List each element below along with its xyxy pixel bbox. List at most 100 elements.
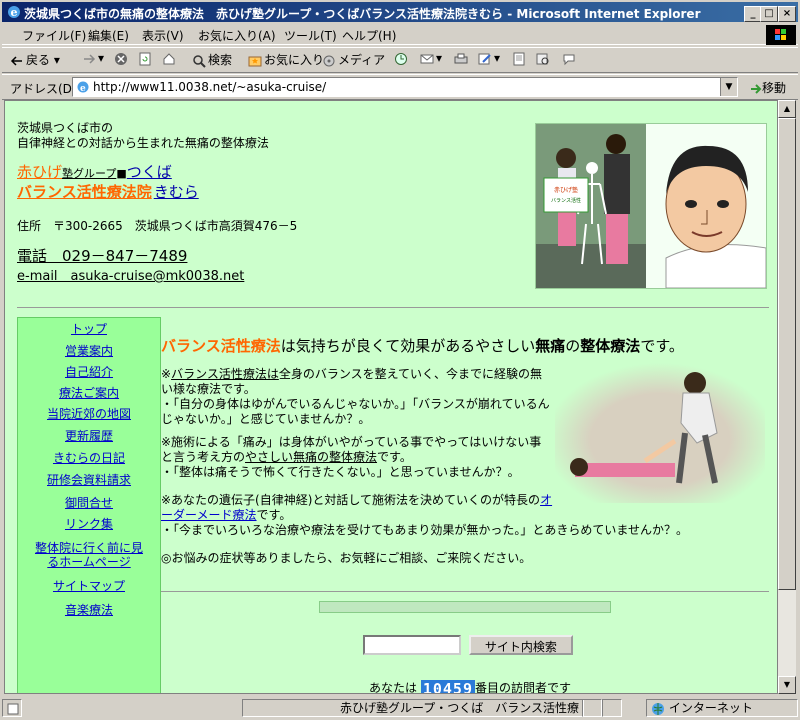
para2-question: ・「整体は痛そうで怖くて行きたくない。」と思っていませんか？。 bbox=[161, 465, 520, 479]
para-2: ※施術による「痛み」は身体がいやがっている事でやってはいけない事と言う考え方のや… bbox=[161, 435, 553, 480]
clinic-brand[interactable]: 赤ひげ塾グループ■つくば バランス活性療法院 きむら bbox=[17, 163, 199, 201]
page-icon: e bbox=[77, 81, 89, 94]
nav-business-hours[interactable]: 営業案内 bbox=[18, 344, 160, 358]
media-label: メディア bbox=[338, 53, 386, 67]
nav-seminar-request[interactable]: 研修会資料請求 bbox=[18, 473, 160, 487]
treatment-photo bbox=[555, 363, 765, 503]
menu-tools[interactable]: ツール(T) bbox=[284, 27, 337, 44]
clinic-email[interactable]: e-mail asuka-cruise@mk0038.net bbox=[17, 265, 244, 284]
brand-city: つくば bbox=[126, 163, 172, 181]
nav-sitemap[interactable]: サイトマップ bbox=[18, 579, 160, 593]
lead-mid: は気持ちが良くて効果があるやさしい bbox=[280, 337, 536, 355]
favorites-label: お気に入り bbox=[264, 53, 325, 67]
menu-favorites[interactable]: お気に入り(A) bbox=[198, 27, 276, 44]
para3-question: ・「今までいろいろな治療や療法を受けてもあまり効果が無かった。」とあきらめていま… bbox=[161, 523, 689, 537]
side-navigation: トップ 営業案内 自己紹介 療法ご案内 当院近郊の地図 更新履歴 きむらの日記 … bbox=[17, 317, 161, 693]
nav-before-visit[interactable]: 整体院に行く前に見るホームページ bbox=[18, 541, 160, 569]
nav-diary[interactable]: きむらの日記 bbox=[18, 451, 160, 465]
scroll-up-arrow[interactable]: ▲ bbox=[778, 100, 796, 118]
nav-map[interactable]: 当院近郊の地図 bbox=[18, 407, 160, 421]
history-icon bbox=[395, 52, 407, 65]
nav-update-history[interactable]: 更新履歴 bbox=[18, 429, 160, 443]
print-button[interactable] bbox=[454, 51, 470, 66]
media-button[interactable]: メディア bbox=[322, 51, 385, 68]
stop-button[interactable] bbox=[114, 51, 130, 66]
close-button[interactable]: × bbox=[778, 6, 796, 22]
mail-button[interactable]: ▾ bbox=[420, 51, 442, 66]
refresh-button[interactable] bbox=[138, 51, 154, 66]
menu-view[interactable]: 表示(V) bbox=[142, 27, 184, 44]
scroll-down-arrow[interactable]: ▼ bbox=[778, 676, 796, 694]
lead-painless: 無痛 bbox=[535, 337, 566, 355]
menu-file[interactable]: ファイル(F) bbox=[22, 27, 86, 44]
address-dropdown[interactable]: ▼ bbox=[720, 78, 737, 96]
para2-text-b: です。 bbox=[377, 450, 412, 464]
edit-button[interactable]: ▾ bbox=[478, 51, 500, 66]
title-bar: e 茨城県つくば市の無痛の整体療法 赤ひげ塾グループ・つくばバランス活性療法院き… bbox=[2, 2, 798, 22]
page-content: 茨城県つくば市の 自律神経との対話から生まれた無痛の整体療法 赤ひげ塾グループ■… bbox=[4, 100, 778, 694]
address-input[interactable]: e http://www11.0038.net/~asuka-cruise/ ▼ bbox=[72, 77, 738, 97]
home-button[interactable] bbox=[162, 51, 178, 66]
browser-window: e 茨城県つくば市の無痛の整体療法 赤ひげ塾グループ・つくばバランス活性療法院き… bbox=[0, 0, 800, 720]
svg-text:e: e bbox=[80, 84, 86, 94]
vertical-scrollbar[interactable]: ▲ ▼ bbox=[778, 100, 796, 694]
nav-contact[interactable]: 御問合せ bbox=[18, 496, 160, 510]
favorites-button[interactable]: お気に入り bbox=[248, 51, 324, 68]
globe-icon bbox=[652, 702, 664, 715]
lead-orange: バランス活性療法 bbox=[161, 337, 281, 355]
search-label: 検索 bbox=[208, 53, 233, 67]
nav-top[interactable]: トップ bbox=[18, 322, 160, 336]
go-arrow-icon bbox=[751, 83, 762, 94]
site-search-button[interactable]: サイト内検索 bbox=[468, 635, 573, 655]
para-1: ※バランス活性療法は全身のバランスを整えていく、今までに経験の無い様な療法です。… bbox=[161, 367, 550, 426]
messenger-button[interactable] bbox=[562, 51, 578, 66]
menu-help[interactable]: ヘルプ(H) bbox=[342, 27, 396, 44]
edit-icon bbox=[478, 53, 491, 64]
status-icon-cell bbox=[2, 699, 22, 717]
address-label: アドレス(D) bbox=[10, 82, 77, 96]
clinic-address: 住所 〒300-2665 茨城県つくば市高須賀476－5 bbox=[17, 219, 298, 233]
status-blank-2 bbox=[602, 699, 622, 717]
para1-link[interactable]: バランス活性療法は bbox=[171, 367, 279, 381]
ie-icon: e bbox=[8, 6, 20, 19]
site-search-input[interactable] bbox=[363, 635, 461, 655]
address-bar: アドレス(D) e http://www11.0038.net/~asuka-c… bbox=[2, 74, 798, 100]
para-4: ◎お悩みの症状等ありましたら、お気軽にご相談、ご来院ください。 bbox=[161, 551, 532, 565]
window-title: 茨城県つくば市の無痛の整体療法 赤ひげ塾グループ・つくばバランス活性療法院きむら… bbox=[24, 7, 701, 21]
windows-logo bbox=[766, 25, 796, 45]
page-status-icon bbox=[7, 703, 19, 714]
svg-text:バランス活性: バランス活性 bbox=[551, 197, 581, 204]
status-bar: 赤ひげ塾グループ・つくば バランス活性療 インターネット bbox=[2, 698, 798, 718]
discuss-button[interactable] bbox=[512, 51, 528, 66]
nav-music-therapy[interactable]: 音楽療法 bbox=[18, 603, 160, 617]
nav-therapy-guide[interactable]: 療法ご案内 bbox=[18, 386, 160, 400]
messenger-icon bbox=[563, 54, 575, 65]
go-button[interactable]: 移動 bbox=[750, 79, 786, 96]
visitor-suffix: 番目の訪問者です bbox=[475, 681, 572, 694]
nav-links[interactable]: リンク集 bbox=[18, 517, 160, 531]
address-url: http://www11.0038.net/~asuka-cruise/ bbox=[93, 80, 327, 94]
para2-link[interactable]: やさしい無痛の整体療法 bbox=[245, 450, 377, 464]
nav-about-me[interactable]: 自己紹介 bbox=[18, 365, 160, 379]
mail-icon bbox=[420, 54, 434, 63]
photo-sign-text: 赤ひげ塾 bbox=[554, 186, 578, 194]
search-button[interactable]: 検索 bbox=[192, 51, 232, 68]
history-button[interactable] bbox=[394, 51, 410, 66]
brand-clinic: バランス活性療法院 bbox=[17, 183, 152, 201]
clinic-phone: 電話 029－847－7489 bbox=[17, 247, 188, 265]
site-search: サイト内検索 bbox=[363, 635, 573, 655]
brand-name: きむら bbox=[153, 183, 199, 201]
menu-bar: ファイル(F) 編集(E) 表示(V) お気に入り(A) ツール(T) ヘルプ(… bbox=[2, 24, 798, 45]
document-icon bbox=[513, 52, 525, 65]
status-blank-1 bbox=[582, 699, 602, 717]
menu-edit[interactable]: 編集(E) bbox=[88, 27, 129, 44]
lead-end: です。 bbox=[640, 337, 684, 355]
maximize-button[interactable]: □ bbox=[760, 6, 778, 22]
back-button[interactable]: 戻る ▾ bbox=[10, 51, 60, 68]
research-button[interactable] bbox=[536, 51, 552, 66]
back-label: 戻る bbox=[26, 53, 51, 67]
forward-button[interactable]: ▾ bbox=[82, 51, 104, 66]
banner-bar bbox=[319, 601, 611, 613]
scroll-thumb[interactable] bbox=[778, 118, 796, 590]
lead-sentence: バランス活性療法は気持ちが良くて効果があるやさしい無痛の整体療法です。 bbox=[161, 335, 684, 356]
